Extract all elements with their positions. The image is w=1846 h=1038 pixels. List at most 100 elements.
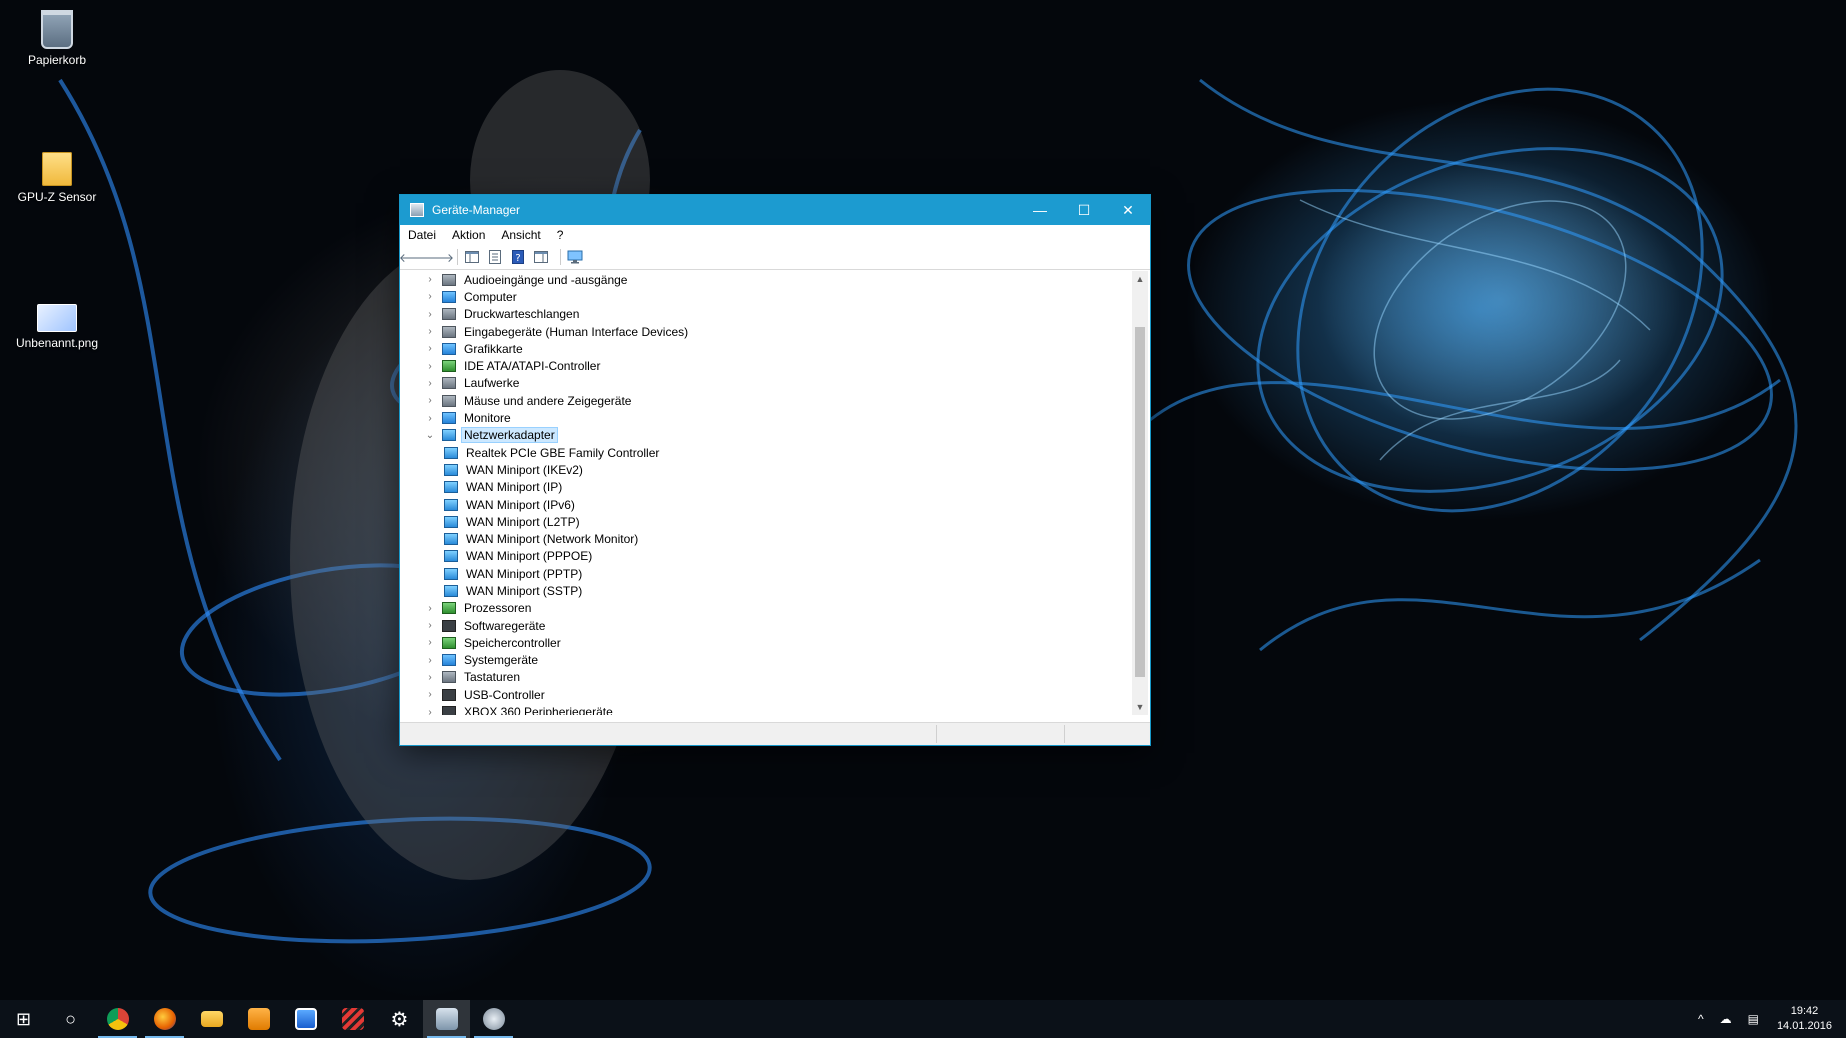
device-manager-window: Geräte-Manager — ☐ ✕ Datei Aktion Ansich… (399, 195, 1150, 745)
desktop-icon-unbenannt-png[interactable]: Unbenannt.png (7, 294, 107, 350)
tree-category[interactable]: › Monitore (400, 409, 1130, 426)
collapse-chevron-icon[interactable]: ⌄ (424, 430, 436, 441)
taskbar-media-player[interactable] (235, 1000, 282, 1038)
taskbar-settings[interactable]: ⚙ (376, 1000, 423, 1038)
taskbar-chrome[interactable] (94, 1000, 141, 1038)
taskbar-device-manager[interactable] (423, 1000, 470, 1038)
expand-chevron-icon[interactable]: › (424, 707, 436, 715)
maximize-button[interactable]: ☐ (1062, 195, 1106, 225)
tree-category[interactable]: › USB-Controller (400, 686, 1130, 703)
onedrive-cloud-icon[interactable]: ☁ (1720, 1012, 1732, 1026)
expand-chevron-icon[interactable]: › (424, 274, 436, 285)
tree-category[interactable]: › Eingabegeräte (Human Interface Devices) (400, 323, 1130, 340)
show-hidden-icons-chevron-icon[interactable]: ^ (1698, 1012, 1704, 1026)
start-button[interactable]: ⊞ (0, 1000, 47, 1038)
show-hide-console-tree-icon[interactable] (463, 249, 481, 265)
desktop-icon-recycle-bin[interactable]: Papierkorb (7, 10, 107, 67)
tree-category[interactable]: › Audioeingänge und -ausgänge (400, 271, 1130, 288)
minimize-button[interactable]: — (1018, 195, 1062, 225)
expand-chevron-icon[interactable]: › (424, 637, 436, 648)
search-button[interactable]: ○ (47, 1000, 94, 1038)
scroll-down-button[interactable]: ▼ (1132, 699, 1148, 715)
device-category-icon (442, 394, 456, 407)
taskbar-file-explorer[interactable] (188, 1000, 235, 1038)
expand-chevron-icon[interactable]: › (424, 378, 436, 389)
expand-chevron-icon[interactable]: › (424, 620, 436, 631)
folder-icon (200, 1011, 223, 1027)
tree-device[interactable]: WAN Miniport (PPPOE) (400, 548, 1130, 565)
tree-category[interactable]: › Druckwarteschlangen (400, 306, 1130, 323)
expand-chevron-icon[interactable]: › (424, 291, 436, 302)
tree-device[interactable]: WAN Miniport (SSTP) (400, 582, 1130, 599)
scroll-thumb[interactable] (1135, 327, 1145, 677)
forward-arrow-icon[interactable]: 🡒 (422, 249, 454, 265)
device-category-icon (442, 308, 456, 321)
network-adapter-icon (444, 515, 458, 528)
menu-ansicht[interactable]: Ansicht (501, 228, 540, 242)
toolbar-separator (457, 249, 458, 265)
action-pane-icon[interactable] (532, 249, 550, 265)
tree-device[interactable]: WAN Miniport (IPv6) (400, 496, 1130, 513)
scroll-up-button[interactable]: ▲ (1132, 271, 1148, 287)
taskbar-app-gray[interactable] (470, 1000, 517, 1038)
tree-device[interactable]: WAN Miniport (IKEv2) (400, 461, 1130, 478)
tree-category[interactable]: › Laufwerke (400, 375, 1130, 392)
status-divider (1064, 725, 1065, 743)
tree-item-label: Realtek PCIe GBE Family Controller (466, 445, 660, 460)
help-icon[interactable]: ? (509, 249, 527, 265)
device-category-icon (442, 671, 456, 684)
device-tree[interactable]: › Audioeingänge und -ausgänge › Computer › Dr… (400, 271, 1130, 715)
expand-chevron-icon[interactable]: › (424, 361, 436, 372)
tree-category[interactable]: › IDE ATA/ATAPI-Controller (400, 357, 1130, 374)
taskbar-app-blue[interactable] (282, 1000, 329, 1038)
expand-chevron-icon[interactable]: › (424, 326, 436, 337)
menu-datei[interactable]: Datei (408, 228, 436, 242)
properties-icon[interactable] (486, 249, 504, 265)
tree-category[interactable]: › Speichercontroller (400, 634, 1130, 651)
tree-device[interactable]: WAN Miniport (PPTP) (400, 565, 1130, 582)
expand-chevron-icon[interactable]: › (424, 343, 436, 354)
tree-category[interactable]: › Computer (400, 288, 1130, 305)
tree-item-label: WAN Miniport (PPTP) (466, 566, 583, 581)
device-manager-icon (410, 203, 424, 217)
title-bar[interactable]: Geräte-Manager — ☐ ✕ (400, 195, 1150, 225)
tree-device[interactable]: WAN Miniport (Network Monitor) (400, 530, 1130, 547)
tree-category[interactable]: › Prozessoren (400, 600, 1130, 617)
tree-item-label: Laufwerke (464, 376, 520, 391)
tree-device[interactable]: WAN Miniport (L2TP) (400, 513, 1130, 530)
expand-chevron-icon[interactable]: › (424, 413, 436, 424)
tree-category-netzwerkadapter[interactable]: ⌄ Netzwerkadapter (400, 427, 1130, 444)
tree-item-label: Tastaturen (464, 670, 521, 685)
clock[interactable]: 19:42 14.01.2016 (1777, 1004, 1832, 1034)
taskbar-app-red[interactable] (329, 1000, 376, 1038)
tree-category[interactable]: › Systemgeräte (400, 652, 1130, 669)
tree-category[interactable]: › Mäuse und andere Zeigegeräte (400, 392, 1130, 409)
tree-item-label: Druckwarteschlangen (464, 307, 580, 322)
network-adapter-icon (444, 481, 458, 494)
action-center-icon[interactable]: ▤ (1748, 1012, 1759, 1026)
tree-category[interactable]: › Grafikkarte (400, 340, 1130, 357)
expand-chevron-icon[interactable]: › (424, 672, 436, 683)
tree-item-label: Grafikkarte (464, 341, 523, 356)
tree-device[interactable]: WAN Miniport (IP) (400, 479, 1130, 496)
tree-category[interactable]: › Tastaturen (400, 669, 1130, 686)
taskbar-firefox[interactable] (141, 1000, 188, 1038)
tree-item-label: Monitore (464, 411, 511, 426)
tree-category[interactable]: › XBOX 360 Peripheriegeräte (400, 703, 1130, 715)
expand-chevron-icon[interactable]: › (424, 309, 436, 320)
expand-chevron-icon[interactable]: › (424, 395, 436, 406)
menu-aktion[interactable]: Aktion (452, 228, 485, 242)
expand-chevron-icon[interactable]: › (424, 655, 436, 666)
vertical-scrollbar[interactable]: ▲ ▼ (1132, 271, 1148, 715)
device-manager-taskbar-icon (435, 1008, 458, 1030)
desktop-icon-gpuz-sensor[interactable]: GPU-Z Sensor (7, 152, 107, 204)
network-adapter-icon (444, 463, 458, 476)
close-button[interactable]: ✕ (1106, 195, 1150, 225)
scan-hardware-icon[interactable] (566, 249, 584, 265)
menu-help[interactable]: ? (557, 228, 564, 242)
expand-chevron-icon[interactable]: › (424, 689, 436, 700)
tree-item-label: WAN Miniport (L2TP) (466, 514, 580, 529)
expand-chevron-icon[interactable]: › (424, 603, 436, 614)
tree-category[interactable]: › Softwaregeräte (400, 617, 1130, 634)
tree-device[interactable]: Realtek PCIe GBE Family Controller (400, 444, 1130, 461)
